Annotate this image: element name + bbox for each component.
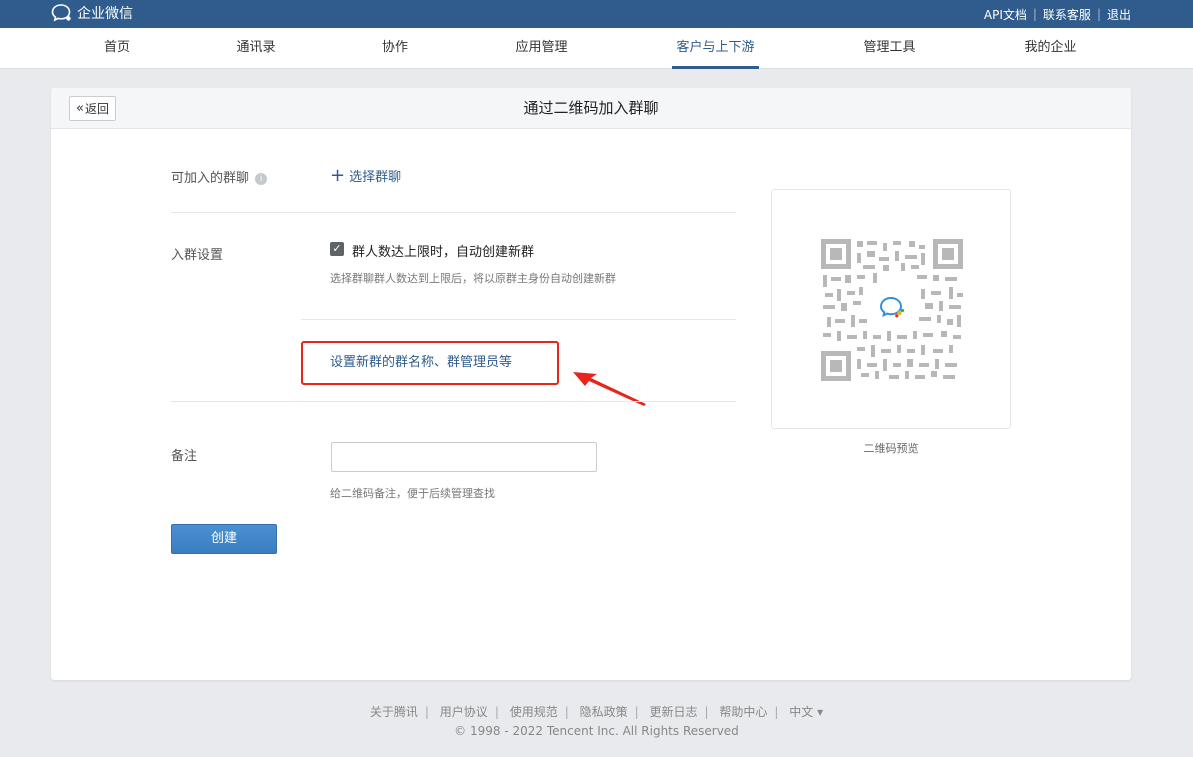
auto-create-checkbox[interactable]: ✓ <box>330 242 344 256</box>
nav-item-home[interactable]: 首页 <box>92 28 142 69</box>
divider <box>301 319 736 320</box>
divider: | <box>424 705 429 719</box>
logout-link[interactable]: 退出 <box>1107 6 1131 23</box>
info-icon[interactable]: i <box>255 173 268 185</box>
remark-input[interactable] <box>331 442 597 472</box>
qr-caption: 二维码预览 <box>863 442 919 455</box>
select-group-label: 选择群聊 <box>349 170 402 185</box>
settings-label: 入群设置 <box>171 248 224 263</box>
divider: | <box>494 705 499 719</box>
create-button[interactable]: 创建 <box>171 524 277 554</box>
footer-link-changelog[interactable]: 更新日志 <box>649 705 697 719</box>
checkmark-icon: ✓ <box>332 242 342 255</box>
qr-code-icon <box>821 239 963 381</box>
divider: | <box>634 705 639 719</box>
group-label-row: 可加入的群聊 i <box>171 167 268 186</box>
footer-link-rules[interactable]: 使用规范 <box>510 705 558 719</box>
nav-item-management-tools[interactable]: 管理工具 <box>852 28 927 69</box>
highlight-box <box>301 341 559 385</box>
main-nav: 首页 通讯录 协作 应用管理 客户与上下游 管理工具 我的企业 <box>0 28 1193 69</box>
divider: | <box>704 705 709 719</box>
logo-text: 企业微信 <box>77 6 133 22</box>
language-select[interactable]: 中文 ▾ <box>789 705 823 719</box>
nav-item-my-company[interactable]: 我的企业 <box>1013 28 1088 69</box>
footer-link-privacy[interactable]: 隐私政策 <box>580 705 628 719</box>
nav-item-customers[interactable]: 客户与上下游 <box>672 28 759 69</box>
page-title: 通过二维码加入群聊 <box>523 99 659 117</box>
footer-links: 关于腾讯 | 用户协议 | 使用规范 | 隐私政策 | 更新日志 | 帮助中心 | 中文 ▾ <box>0 703 1193 720</box>
qr-preview <box>771 189 1011 429</box>
select-group-button[interactable]: + 选择群聊 <box>330 166 401 185</box>
plus-icon: + <box>330 164 346 186</box>
api-docs-link[interactable]: API文档 <box>984 6 1027 23</box>
nav-item-collaboration[interactable]: 协作 <box>370 28 420 69</box>
nav-item-contacts[interactable]: 通讯录 <box>226 28 286 69</box>
group-label: 可加入的群聊 <box>171 171 250 186</box>
card-header: « 返回 通过二维码加入群聊 <box>51 88 1131 129</box>
auto-create-hint: 选择群聊群人数达到上限后，将以原群主身份自动创建新群 <box>330 272 616 285</box>
annotation-arrow-icon <box>573 372 646 406</box>
footer-link-about[interactable]: 关于腾讯 <box>370 705 418 719</box>
wecom-logo-icon <box>51 4 71 22</box>
logo[interactable]: 企业微信 <box>51 3 133 23</box>
contact-support-link[interactable]: 联系客服 <box>1043 6 1091 23</box>
top-bar: 企业微信 API文档 | 联系客服 | 退出 <box>0 0 1193 28</box>
divider: | <box>774 705 779 719</box>
main-card: « 返回 通过二维码加入群聊 可加入的群聊 i + 选择群聊 入群设置 ✓ 群人数… <box>51 88 1131 680</box>
divider: | <box>1032 7 1037 21</box>
remark-label: 备注 <box>171 449 198 464</box>
footer-link-terms[interactable]: 用户协议 <box>440 705 488 719</box>
footer-link-help[interactable]: 帮助中心 <box>719 705 767 719</box>
divider: | <box>564 705 569 719</box>
copyright: © 1998 - 2022 Tencent Inc. All Rights Re… <box>454 724 739 738</box>
remark-hint: 给二维码备注，便于后续管理查找 <box>330 487 495 500</box>
divider: | <box>1096 7 1101 21</box>
divider <box>171 212 736 213</box>
auto-create-label[interactable]: 群人数达上限时，自动创建新群 <box>352 241 534 260</box>
divider <box>171 401 736 402</box>
nav-item-app-management[interactable]: 应用管理 <box>504 28 579 69</box>
top-links: API文档 | 联系客服 | 退出 <box>984 0 1131 28</box>
